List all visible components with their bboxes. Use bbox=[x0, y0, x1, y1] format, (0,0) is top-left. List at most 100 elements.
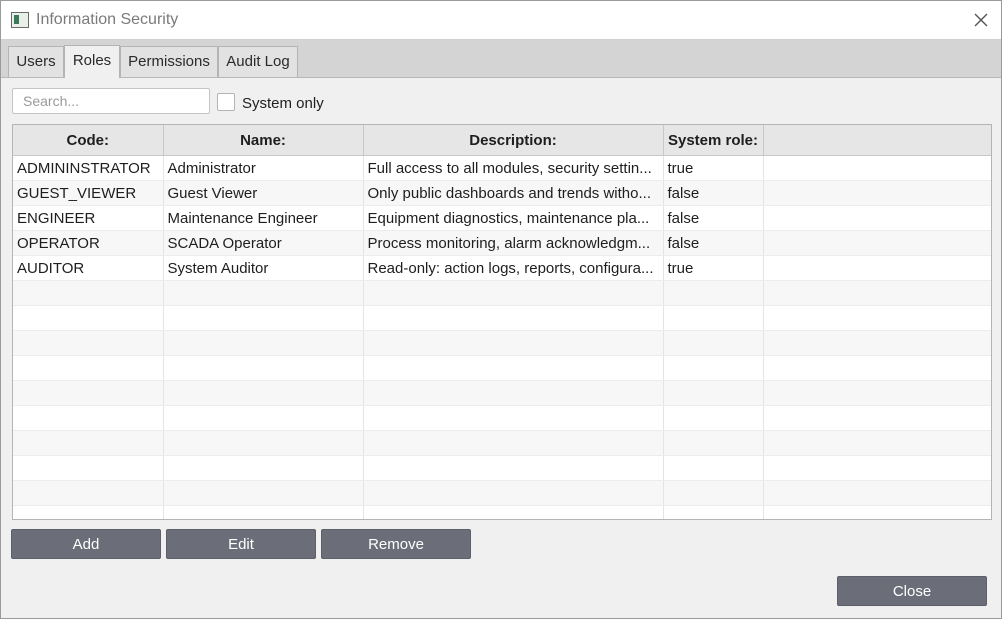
table-cell: true bbox=[663, 155, 764, 181]
table-row[interactable]: AUDITOR System Auditor Read-only: action l… bbox=[13, 255, 991, 281]
table-cell bbox=[763, 480, 991, 506]
table-cell bbox=[163, 355, 364, 381]
table-cell bbox=[763, 180, 991, 206]
table-cell: System Auditor bbox=[163, 255, 364, 281]
table-cell: Full access to all modules, security set… bbox=[363, 155, 664, 181]
table-cell bbox=[763, 205, 991, 231]
column-header-name[interactable]: Name: bbox=[163, 125, 364, 156]
table-cell bbox=[763, 255, 991, 281]
table-cell: Only public dashboards and trends witho.… bbox=[363, 180, 664, 206]
tab-users[interactable]: Users bbox=[8, 46, 64, 77]
table-cell: false bbox=[663, 180, 764, 206]
table-cell bbox=[13, 505, 164, 519]
table-cell: false bbox=[663, 230, 764, 256]
table-cell bbox=[363, 305, 664, 331]
table-cell bbox=[13, 355, 164, 381]
table-cell: Process monitoring, alarm acknowledgm... bbox=[363, 230, 664, 256]
column-header-system-role[interactable]: System role: bbox=[663, 125, 764, 156]
add-button[interactable]: Add bbox=[11, 529, 161, 559]
empty-table-row bbox=[13, 280, 991, 306]
table-cell bbox=[663, 430, 764, 456]
roles-table: Code: Name: Description: System role: AD… bbox=[12, 124, 992, 520]
table-cell bbox=[163, 455, 364, 481]
table-cell bbox=[763, 405, 991, 431]
table-cell bbox=[163, 330, 364, 356]
tab-roles[interactable]: Roles bbox=[64, 45, 120, 78]
table-cell bbox=[13, 380, 164, 406]
column-header-description[interactable]: Description: bbox=[363, 125, 664, 156]
empty-table-row bbox=[13, 505, 991, 519]
table-cell bbox=[13, 480, 164, 506]
close-icon[interactable] bbox=[970, 9, 992, 31]
table-cell: Read-only: action logs, reports, configu… bbox=[363, 255, 664, 281]
table-cell: ENGINEER bbox=[13, 205, 164, 231]
table-cell bbox=[13, 330, 164, 356]
empty-table-row bbox=[13, 405, 991, 431]
tab-strip: Users Roles Permissions Audit Log bbox=[1, 40, 1001, 78]
table-cell bbox=[163, 505, 364, 519]
table-cell bbox=[763, 155, 991, 181]
table-cell bbox=[663, 305, 764, 331]
table-cell: AUDITOR bbox=[13, 255, 164, 281]
title-bar: Information Security bbox=[1, 1, 1001, 40]
table-cell: true bbox=[663, 255, 764, 281]
table-cell bbox=[763, 280, 991, 306]
table-cell bbox=[13, 405, 164, 431]
table-cell bbox=[363, 355, 664, 381]
edit-button[interactable]: Edit bbox=[166, 529, 316, 559]
table-cell bbox=[163, 480, 364, 506]
table-cell bbox=[663, 380, 764, 406]
table-row[interactable]: ENGINEER Maintenance Engineer Equipment di… bbox=[13, 205, 991, 231]
table-cell bbox=[663, 480, 764, 506]
table-cell bbox=[363, 430, 664, 456]
table-cell: ADMININSTRATOR bbox=[13, 155, 164, 181]
table-cell bbox=[763, 355, 991, 381]
table-row[interactable]: OPERATOR SCADA Operator Process monitoring… bbox=[13, 230, 991, 256]
table-cell bbox=[363, 505, 664, 519]
table-cell bbox=[13, 455, 164, 481]
table-cell: false bbox=[663, 205, 764, 231]
table-cell: Administrator bbox=[163, 155, 364, 181]
app-window-icon bbox=[11, 12, 29, 28]
table-cell bbox=[763, 330, 991, 356]
system-only-label: System only bbox=[242, 95, 324, 112]
empty-table-row bbox=[13, 305, 991, 331]
empty-table-row bbox=[13, 430, 991, 456]
table-cell bbox=[663, 355, 764, 381]
table-row[interactable]: ADMININSTRATOR Administrator Full access t… bbox=[13, 155, 991, 181]
table-cell bbox=[763, 505, 991, 519]
table-cell bbox=[13, 305, 164, 331]
search-input[interactable] bbox=[12, 88, 210, 114]
tab-audit-log[interactable]: Audit Log bbox=[218, 46, 298, 77]
table-row[interactable]: GUEST_VIEWER Guest Viewer Only public dash… bbox=[13, 180, 991, 206]
column-header-code[interactable]: Code: bbox=[13, 125, 164, 156]
table-cell: Guest Viewer bbox=[163, 180, 364, 206]
table-cell bbox=[163, 280, 364, 306]
table-cell bbox=[763, 430, 991, 456]
table-cell: Maintenance Engineer bbox=[163, 205, 364, 231]
table-cell bbox=[663, 330, 764, 356]
close-button[interactable]: Close bbox=[837, 576, 987, 606]
information-security-dialog: Information Security Users Roles Permiss… bbox=[0, 0, 1002, 619]
table-cell bbox=[363, 280, 664, 306]
table-cell bbox=[363, 455, 664, 481]
empty-table-row bbox=[13, 355, 991, 381]
table-cell bbox=[763, 380, 991, 406]
table-cell bbox=[163, 305, 364, 331]
system-only-checkbox[interactable] bbox=[217, 93, 235, 111]
table-cell bbox=[163, 430, 364, 456]
table-cell bbox=[163, 405, 364, 431]
table-cell bbox=[763, 305, 991, 331]
table-cell bbox=[663, 505, 764, 519]
empty-table-row bbox=[13, 480, 991, 506]
remove-button[interactable]: Remove bbox=[321, 529, 471, 559]
table-cell bbox=[663, 280, 764, 306]
tab-permissions[interactable]: Permissions bbox=[120, 46, 218, 77]
table-cell bbox=[163, 380, 364, 406]
window-title: Information Security bbox=[36, 11, 179, 28]
table-header-row: Code: Name: Description: System role: bbox=[13, 125, 991, 156]
table-cell: SCADA Operator bbox=[163, 230, 364, 256]
table-cell bbox=[763, 455, 991, 481]
column-header-filler bbox=[763, 125, 991, 156]
table-cell bbox=[363, 480, 664, 506]
